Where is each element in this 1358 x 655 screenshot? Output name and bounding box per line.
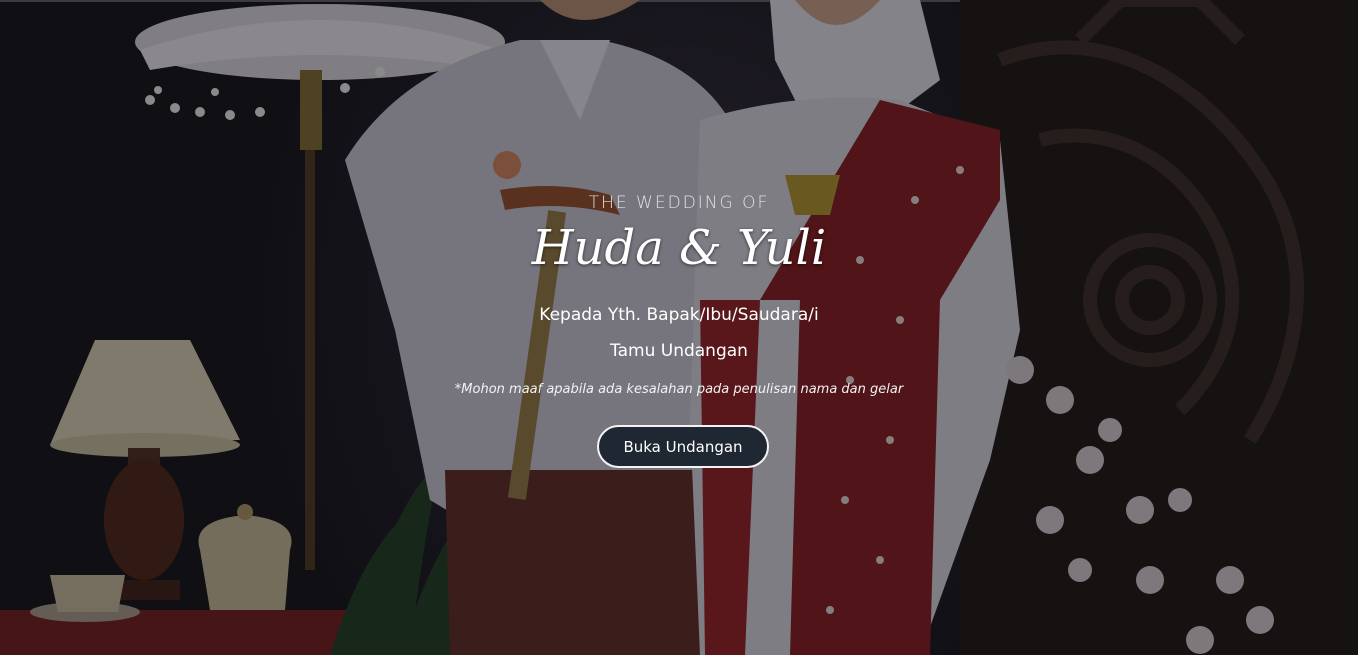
disclaimer-note: *Mohon maaf apabila ada kesalahan pada p… [454,382,904,397]
guest-name: Tamu Undangan [610,341,748,361]
open-invitation-button[interactable]: Buka Undangan [597,425,769,468]
dark-overlay [0,0,1358,655]
wedding-of-label: THE WEDDING OF [588,193,770,213]
invitation-cover: THE WEDDING OF Huda & Yuli Kepada Yth. B… [0,0,1358,655]
couple-names: Huda & Yuli [531,220,827,276]
greeting-text: Kepada Yth. Bapak/Ibu/Saudara/i [539,305,819,325]
